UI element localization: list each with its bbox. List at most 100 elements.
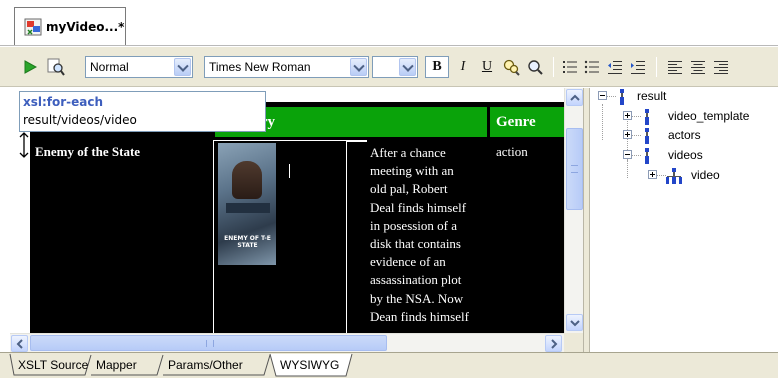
element-node-icon <box>620 89 624 105</box>
tree-connector <box>632 155 641 156</box>
find-icon <box>503 59 520 76</box>
element-node-icon <box>645 109 649 125</box>
bullet-list-button[interactable] <box>582 56 602 78</box>
element-node-icon <box>645 148 649 164</box>
horizontal-scrollbar[interactable] <box>10 333 564 352</box>
tab-label: Mapper <box>96 358 137 372</box>
paragraph-style-select[interactable]: Normal <box>85 56 193 78</box>
preview-button[interactable] <box>45 56 67 78</box>
numbered-list-button[interactable] <box>560 56 580 78</box>
play-icon <box>24 60 37 74</box>
element-node-icon <box>645 128 649 144</box>
tree-node-label: videos <box>668 148 703 162</box>
tree-node-label: actors <box>668 128 701 142</box>
tree-node-label: video <box>691 168 720 182</box>
tree-node-result[interactable]: result <box>637 89 666 103</box>
repeating-element-icon <box>666 168 682 184</box>
toolbar-separator <box>656 57 657 77</box>
font-family-select[interactable]: Times New Roman <box>204 56 369 78</box>
genre-cell[interactable]: action <box>493 140 564 333</box>
thumb-grip <box>571 165 578 173</box>
title-cell[interactable]: Enemy of the State <box>32 140 210 333</box>
indent-button[interactable] <box>628 56 648 78</box>
collapse-toggle[interactable] <box>623 150 632 159</box>
run-button[interactable] <box>20 56 40 78</box>
collapse-toggle[interactable] <box>598 91 607 100</box>
preview-magnifier-icon <box>47 58 65 76</box>
chevron-left-icon <box>16 339 23 349</box>
movie-poster-image: ENEMY OF T-E STATE <box>218 143 276 265</box>
column-header-genre: Genre <box>490 107 564 137</box>
poster-band <box>226 203 270 213</box>
scroll-left-button[interactable] <box>11 335 28 352</box>
chevron-right-icon <box>551 339 558 349</box>
tree-node-videos[interactable]: videos <box>668 148 703 162</box>
formatting-toolbar: Normal Times New Roman B I U <box>0 47 778 87</box>
align-right-button[interactable] <box>711 56 731 78</box>
description-line: by the NSA. Now <box>370 290 464 306</box>
description-line: old pal, Robert <box>370 181 448 197</box>
replace-button[interactable] <box>524 56 546 78</box>
outdent-icon <box>608 61 622 74</box>
tooltip-xpath: result/videos/video <box>23 113 137 127</box>
tree-node-video[interactable]: video <box>691 168 720 182</box>
scroll-up-button[interactable] <box>566 89 583 106</box>
description-line: in posession of a <box>370 217 458 233</box>
tree-node-video-template[interactable]: video_template <box>668 109 749 123</box>
tab-params-other[interactable]: Params/Other <box>168 353 243 377</box>
tree-connector <box>632 116 641 117</box>
xsl-file-icon <box>24 18 42 36</box>
toolbar-separator <box>553 57 554 77</box>
align-left-icon <box>668 61 682 74</box>
thumb-grip <box>206 340 214 347</box>
vertical-scroll-thumb[interactable] <box>566 128 583 210</box>
description-cell[interactable]: After a chance meeting with an old pal, Ro… <box>367 140 508 333</box>
description-line: assassination plot <box>370 272 462 288</box>
tree-node-label: result <box>637 89 667 103</box>
outdent-button[interactable] <box>605 56 625 78</box>
tree-node-label: video_template <box>668 109 750 123</box>
document-tab[interactable]: myVideo...* <box>14 7 126 45</box>
align-right-icon <box>714 61 728 74</box>
description-line: meeting with an <box>370 163 454 179</box>
expand-toggle[interactable] <box>623 130 632 139</box>
tab-mapper[interactable]: Mapper <box>96 353 137 377</box>
element-info-tooltip: xsl:for-each result/videos/video <box>19 91 266 132</box>
indent-icon <box>631 61 645 74</box>
expand-toggle[interactable] <box>648 170 657 179</box>
italic-label: I <box>460 59 466 74</box>
numbered-list-icon <box>563 61 577 73</box>
scroll-down-button[interactable] <box>566 314 583 331</box>
description-line: After a chance <box>370 145 446 160</box>
tooltip-element-name: xsl:for-each <box>23 95 104 109</box>
font-size-select[interactable] <box>372 56 418 78</box>
schema-tree[interactable]: result video_template actors videos vide… <box>591 88 778 352</box>
tab-wysiwyg[interactable]: WYSIWYG <box>280 353 339 377</box>
bold-label: B <box>432 59 442 74</box>
expand-toggle[interactable] <box>623 111 632 120</box>
tab-label: XSLT Source <box>18 358 89 372</box>
align-center-button[interactable] <box>688 56 708 78</box>
vertical-scrollbar[interactable] <box>564 88 583 333</box>
video-title: Enemy of the State <box>35 144 141 159</box>
bullet-list-icon <box>584 60 599 74</box>
horizontal-scroll-thumb[interactable] <box>30 335 387 351</box>
chevron-down-icon <box>570 320 580 327</box>
tree-node-actors[interactable]: actors <box>668 128 701 142</box>
find-button[interactable] <box>500 56 522 78</box>
pane-splitter[interactable] <box>583 88 590 352</box>
search-icon <box>528 60 543 75</box>
align-left-button[interactable] <box>665 56 685 78</box>
video-table: nary Genre Enemy of the State ENEMY OF T… <box>30 102 564 333</box>
scroll-right-button[interactable] <box>545 335 562 352</box>
font-family-value: Times New Roman <box>209 60 311 74</box>
genre-value: action <box>496 144 528 159</box>
underline-button[interactable]: U <box>477 56 497 78</box>
view-tabs: XSLT Source Mapper Params/Other WYSIWYG <box>0 352 778 378</box>
tab-xslt-source[interactable]: XSLT Source <box>18 353 88 377</box>
chevron-down-icon <box>350 58 367 76</box>
italic-button[interactable]: I <box>453 56 473 78</box>
bold-button[interactable]: B <box>425 56 449 78</box>
tab-label: Params/Other <box>168 358 243 372</box>
document-tab-strip: myVideo...* <box>0 0 778 46</box>
